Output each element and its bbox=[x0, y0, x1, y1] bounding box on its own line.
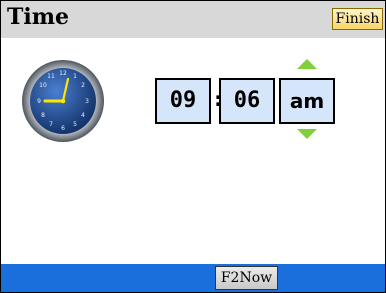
arrow-up-icon[interactable] bbox=[297, 59, 317, 69]
svg-text:6: 6 bbox=[61, 125, 65, 132]
svg-text:10: 10 bbox=[39, 82, 47, 89]
svg-text:9: 9 bbox=[37, 98, 41, 105]
arrow-down-icon[interactable] bbox=[297, 129, 317, 139]
analog-clock-icon: 12 1 2 3 4 5 6 7 8 9 10 11 bbox=[22, 60, 104, 142]
header-bar: Time Finish bbox=[1, 1, 385, 38]
svg-text:7: 7 bbox=[49, 121, 53, 128]
page-title: Time bbox=[7, 4, 70, 30]
svg-text:4: 4 bbox=[81, 112, 85, 119]
svg-text:8: 8 bbox=[41, 112, 45, 119]
svg-text:3: 3 bbox=[85, 98, 89, 105]
minute-field[interactable]: 06 bbox=[219, 78, 275, 124]
bottom-bar: F2Now bbox=[1, 264, 385, 292]
am-pm-field[interactable]: am bbox=[279, 78, 335, 124]
svg-text:5: 5 bbox=[73, 121, 77, 128]
svg-text:1: 1 bbox=[73, 73, 77, 80]
f2now-button[interactable]: F2Now bbox=[215, 266, 278, 290]
finish-button[interactable]: Finish bbox=[332, 8, 383, 30]
svg-text:2: 2 bbox=[81, 82, 85, 89]
svg-text:11: 11 bbox=[47, 73, 55, 80]
svg-text:12: 12 bbox=[59, 70, 67, 77]
time-screen: Time Finish 12 1 2 3 4 5 6 7 8 9 10 11 0… bbox=[0, 0, 386, 293]
hour-field[interactable]: 09 bbox=[155, 78, 211, 124]
